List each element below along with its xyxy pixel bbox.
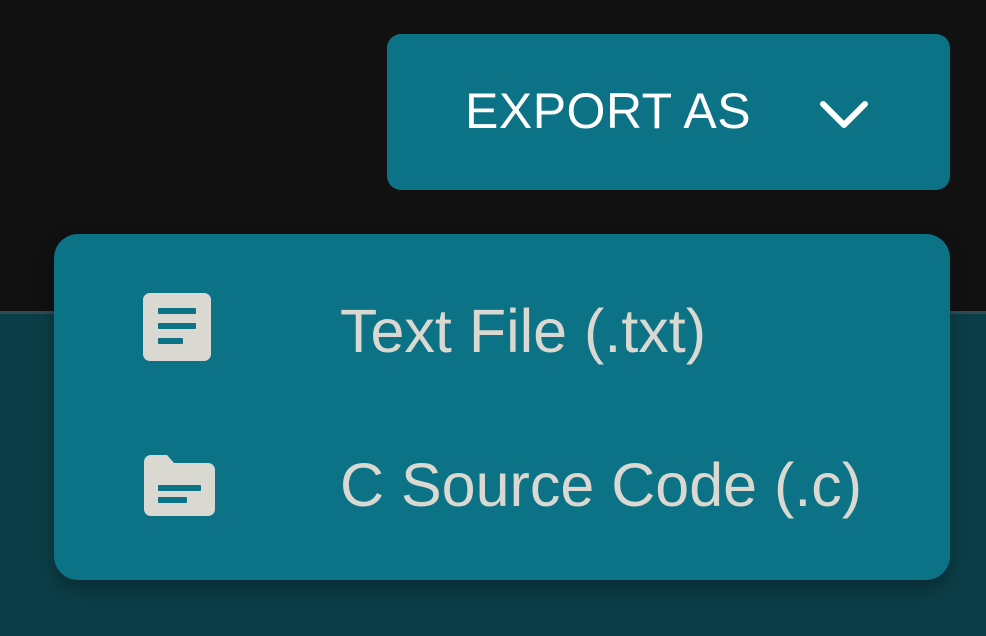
menu-item-c-source[interactable]: C Source Code (.c)	[54, 408, 950, 563]
menu-item-label-text-file: Text File (.txt)	[340, 297, 707, 365]
menu-item-text-file[interactable]: Text File (.txt)	[54, 254, 950, 409]
export-menu: Text File (.txt) C Source Code (.c)	[54, 234, 950, 580]
export-as-button[interactable]: EXPORT AS	[387, 34, 950, 190]
source-code-folder-icon	[144, 455, 215, 516]
export-as-label: EXPORT AS	[465, 83, 752, 139]
text-file-icon	[143, 293, 211, 361]
menu-item-label-c-source: C Source Code (.c)	[340, 451, 863, 519]
export-screen: EXPORT AS Text File (.txt) C Source Code…	[0, 0, 986, 636]
chevron-down-icon	[820, 101, 868, 128]
